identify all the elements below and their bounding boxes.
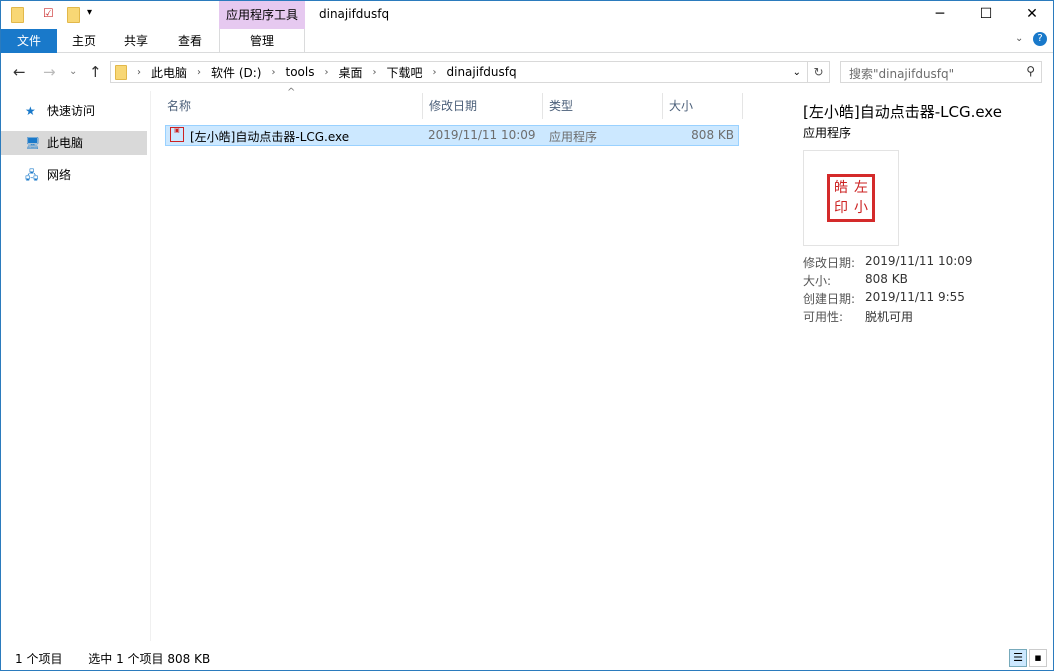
close-button[interactable]: ✕ bbox=[1009, 1, 1054, 29]
file-name: [左小皓]自动点击器-LCG.exe bbox=[190, 130, 350, 144]
expand-ribbon-icon[interactable]: ⌄ bbox=[1015, 33, 1023, 44]
folder-icon bbox=[115, 64, 127, 80]
folder-icon bbox=[11, 7, 24, 23]
breadcrumb-item[interactable]: 此电脑 bbox=[151, 64, 187, 81]
address-dropdown-icon[interactable]: ⌄ bbox=[793, 67, 801, 78]
column-name[interactable]: 名称 bbox=[161, 93, 423, 119]
large-icons-view-button[interactable]: ▪ bbox=[1029, 649, 1047, 667]
recent-locations-icon[interactable]: ⌄ bbox=[69, 66, 77, 77]
address-bar[interactable]: › 此电脑 › 软件 (D:) › tools › 桌面 › 下载吧 › dinajifdu… bbox=[110, 61, 808, 83]
item-count: 1 个项目 bbox=[15, 652, 63, 666]
prop-value: 2019/11/11 9:55 bbox=[865, 290, 965, 304]
prop-label: 大小: bbox=[803, 274, 832, 288]
breadcrumb-item[interactable]: dinajifdusfq bbox=[447, 65, 517, 79]
properties-icon[interactable]: ☑ bbox=[43, 6, 54, 20]
back-button[interactable]: ← bbox=[13, 63, 26, 81]
customize-toolbar-icon[interactable]: ▾ bbox=[87, 7, 92, 18]
title-bar: ☑ ▾ 应用程序工具 dinajifdusfq ─ ☐ ✕ bbox=[1, 1, 1053, 29]
breadcrumb-item[interactable]: 软件 (D:) bbox=[211, 64, 261, 81]
seal-logo: 皓左印小 bbox=[827, 174, 875, 222]
new-folder-icon[interactable] bbox=[67, 7, 80, 23]
selection-info: 选中 1 个项目 808 KB bbox=[88, 652, 211, 666]
refresh-button[interactable]: ↻ bbox=[808, 61, 830, 83]
navigation-pane: ★ 快速访问 🖥 此电脑 🖧 网络 bbox=[1, 91, 151, 641]
tab-manage[interactable]: 管理 bbox=[219, 29, 305, 53]
prop-label: 创建日期: bbox=[803, 292, 856, 306]
status-bar: 1 个项目 选中 1 个项目 808 KB bbox=[1, 648, 1053, 670]
network-icon: 🖧 bbox=[25, 168, 39, 182]
column-modified[interactable]: 修改日期 bbox=[423, 93, 543, 119]
ribbon-tabs: 文件 主页 共享 查看 管理 ⌄ ? bbox=[1, 29, 1053, 53]
column-size[interactable]: 大小 bbox=[663, 93, 743, 119]
column-headers: ^ 名称 修改日期 类型 大小 bbox=[161, 87, 743, 119]
breadcrumb-item[interactable]: tools bbox=[285, 65, 314, 79]
prop-label: 可用性: bbox=[803, 310, 844, 324]
maximize-button[interactable]: ☐ bbox=[963, 1, 1009, 29]
sidebar-item-network[interactable]: 🖧 网络 bbox=[1, 163, 147, 187]
minimize-button[interactable]: ─ bbox=[917, 1, 963, 29]
preview-title: [左小皓]自动点击器-LCG.exe bbox=[803, 103, 1002, 121]
prop-value: 2019/11/11 10:09 bbox=[865, 254, 973, 268]
file-size: 808 KB bbox=[691, 128, 734, 142]
search-icon: ⚲ bbox=[1026, 64, 1035, 78]
preview-thumbnail: 皓左印小 bbox=[803, 150, 899, 246]
file-modified: 2019/11/11 10:09 bbox=[428, 128, 536, 142]
column-type[interactable]: 类型 bbox=[543, 93, 663, 119]
sidebar-item-this-pc[interactable]: 🖥 此电脑 bbox=[1, 131, 147, 155]
app-icon: ▣ bbox=[170, 127, 184, 142]
help-icon[interactable]: ? bbox=[1033, 32, 1047, 46]
file-type: 应用程序 bbox=[549, 130, 598, 144]
tab-home[interactable]: 主页 bbox=[59, 29, 109, 53]
prop-value: 脱机可用 bbox=[865, 310, 914, 324]
context-tab-app-tools: 应用程序工具 bbox=[219, 1, 305, 29]
computer-icon: 🖥 bbox=[25, 136, 41, 150]
search-input[interactable]: 搜索"dinajifdusfq" ⚲ bbox=[840, 61, 1042, 83]
tab-view[interactable]: 查看 bbox=[165, 29, 215, 53]
breadcrumb-item[interactable]: 下载吧 bbox=[386, 64, 422, 81]
file-row[interactable]: ▣ [左小皓]自动点击器-LCG.exe 2019/11/11 10:09 应用… bbox=[165, 125, 739, 146]
sidebar-item-quick-access[interactable]: ★ 快速访问 bbox=[1, 99, 147, 123]
prop-label: 修改日期: bbox=[803, 256, 856, 270]
details-pane: [左小皓]自动点击器-LCG.exe 应用程序 皓左印小 修改日期: 2019/… bbox=[791, 91, 1046, 591]
tab-share[interactable]: 共享 bbox=[111, 29, 161, 53]
breadcrumb-item[interactable]: 桌面 bbox=[338, 64, 362, 81]
star-icon: ★ bbox=[25, 104, 36, 118]
up-button[interactable]: ↑ bbox=[89, 63, 102, 81]
tab-file[interactable]: 文件 bbox=[1, 29, 57, 53]
window-title: dinajifdusfq bbox=[319, 7, 390, 21]
prop-value: 808 KB bbox=[865, 272, 908, 286]
search-placeholder: 搜索"dinajifdusfq" bbox=[849, 67, 955, 81]
details-view-button[interactable]: ☰ bbox=[1009, 649, 1027, 667]
forward-button[interactable]: → bbox=[43, 63, 56, 81]
preview-type: 应用程序 bbox=[803, 126, 852, 140]
